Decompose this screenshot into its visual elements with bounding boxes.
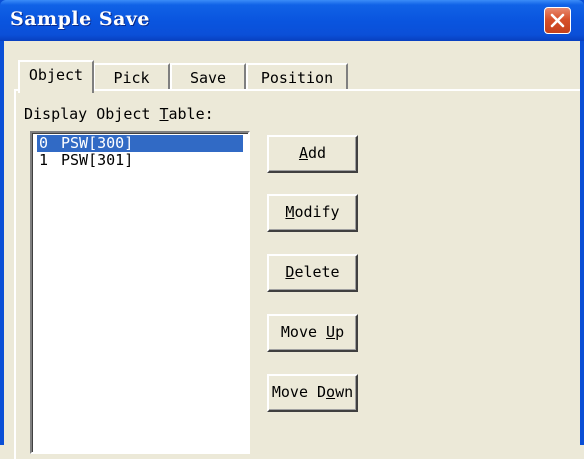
move-down-button[interactable]: Move Down	[267, 374, 358, 412]
tab-position-label: Position	[260, 69, 334, 87]
move-up-button[interactable]: Move Up	[267, 314, 358, 352]
tab-object-label: Object	[28, 66, 84, 84]
dialog-client-area: Object Pick Save Position Display Object…	[4, 41, 580, 459]
close-icon	[550, 13, 565, 28]
list-item-name: PSW[300]	[61, 134, 134, 152]
display-object-table-label: Display Object Table:	[24, 105, 214, 123]
tab-object[interactable]: Object	[18, 60, 94, 93]
display-object-listbox[interactable]: 0 PSW[300] 1 PSW[301]	[30, 131, 250, 454]
list-item[interactable]: 1 PSW[301]	[37, 152, 243, 169]
list-item-index: 0	[39, 134, 49, 152]
title-bar[interactable]: Sample Save	[0, 0, 584, 41]
window-title: Sample Save	[10, 8, 151, 30]
tab-pick[interactable]: Pick	[93, 63, 170, 90]
list-item[interactable]: 0 PSW[300]	[36, 134, 244, 153]
close-button[interactable]	[544, 7, 571, 34]
tab-save-label: Save	[189, 69, 227, 87]
tab-save[interactable]: Save	[170, 63, 246, 90]
dialog-window: Sample Save Object Pick Save Position Di…	[0, 0, 584, 459]
tab-pick-label: Pick	[113, 69, 150, 87]
list-item-index: 1	[39, 151, 49, 169]
list-item-name: PSW[301]	[61, 151, 134, 169]
tab-position[interactable]: Position	[246, 63, 348, 90]
delete-button[interactable]: Delete	[267, 254, 358, 292]
modify-button[interactable]: Modify	[267, 194, 358, 232]
add-button[interactable]: Add	[267, 135, 358, 173]
